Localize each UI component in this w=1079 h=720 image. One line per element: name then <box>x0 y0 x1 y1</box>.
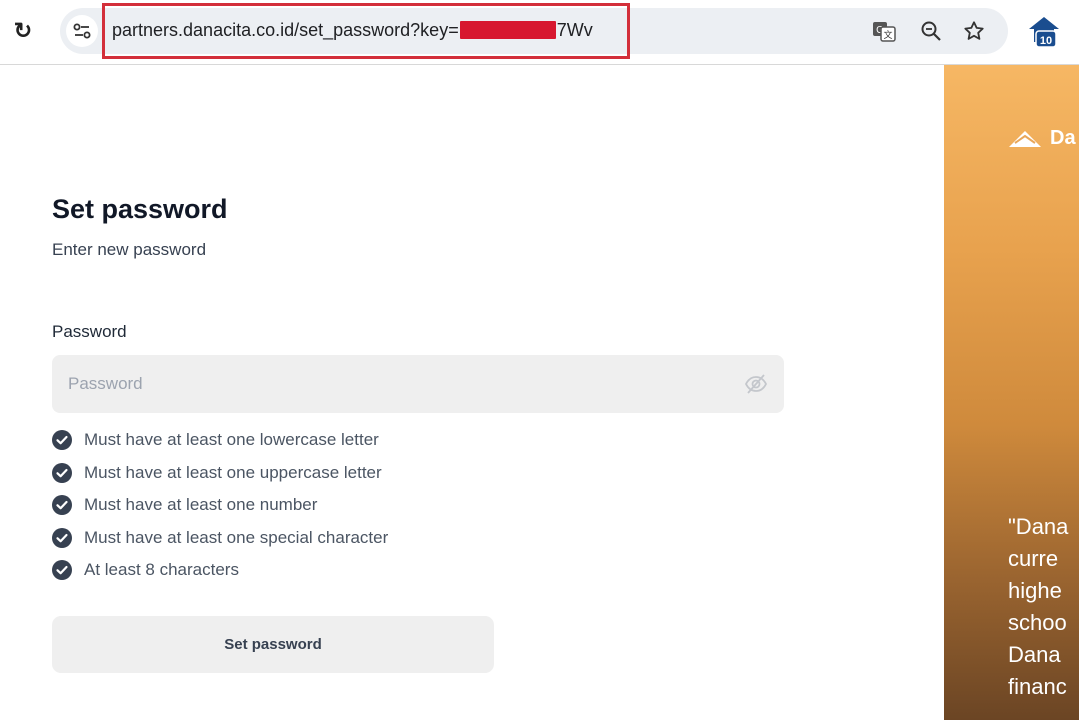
requirement-item: Must have at least one uppercase letter <box>52 457 388 490</box>
testimonial-quote: "Dana curre highe schoo Dana financ <box>1008 514 1069 699</box>
site-info-icon[interactable] <box>66 15 98 47</box>
promo-panel: Da "Dana curre highe schoo Dana financ <box>944 65 1079 720</box>
requirement-item: Must have at least one special character <box>52 522 388 555</box>
logo-mountain-icon <box>1009 130 1041 147</box>
brand-name: Da <box>1050 127 1076 149</box>
url-redaction <box>459 21 556 39</box>
set-password-button[interactable]: Set password <box>52 616 494 673</box>
requirement-item: Must have at least one lowercase letter <box>52 424 388 457</box>
translate-icon[interactable]: G 文 <box>871 18 897 44</box>
browser-toolbar: ↻ partners.danacita.co.id/set_password?k… <box>0 0 1079 65</box>
zoom-icon[interactable] <box>918 18 944 44</box>
password-requirements: Must have at least one lowercase letter … <box>52 424 388 587</box>
requirement-item: At least 8 characters <box>52 554 388 587</box>
eye-off-icon[interactable] <box>744 373 768 395</box>
requirement-item: Must have at least one number <box>52 489 388 522</box>
requirement-text: Must have at least one uppercase letter <box>84 462 382 482</box>
brand-logo: Da <box>1008 127 1076 150</box>
bookmark-star-icon[interactable] <box>961 18 987 44</box>
requirement-text: Must have at least one number <box>84 495 318 515</box>
url-text[interactable]: partners.danacita.co.id/set_password?key… <box>112 20 593 41</box>
password-input[interactable] <box>52 355 784 413</box>
svg-text:文: 文 <box>883 29 892 40</box>
requirement-text: Must have at least one special character <box>84 527 389 547</box>
page-title: Set password <box>52 194 228 224</box>
reload-icon[interactable]: ↻ <box>10 18 36 44</box>
requirement-text: Must have at least one lowercase letter <box>84 430 379 450</box>
extension-badge: 10 <box>1040 35 1052 47</box>
url-suffix: 7Wv <box>556 20 593 40</box>
page-subtitle: Enter new password <box>52 240 207 259</box>
requirement-text: At least 8 characters <box>84 560 239 580</box>
check-circle-icon <box>52 495 72 516</box>
extension-icon[interactable]: 10 <box>1026 14 1062 50</box>
check-circle-icon <box>52 430 72 451</box>
password-label: Password <box>52 322 127 341</box>
check-circle-icon <box>52 462 72 483</box>
url-prefix: partners.danacita.co.id/set_password?key… <box>112 20 459 40</box>
check-circle-icon <box>52 560 72 581</box>
check-circle-icon <box>52 527 72 548</box>
